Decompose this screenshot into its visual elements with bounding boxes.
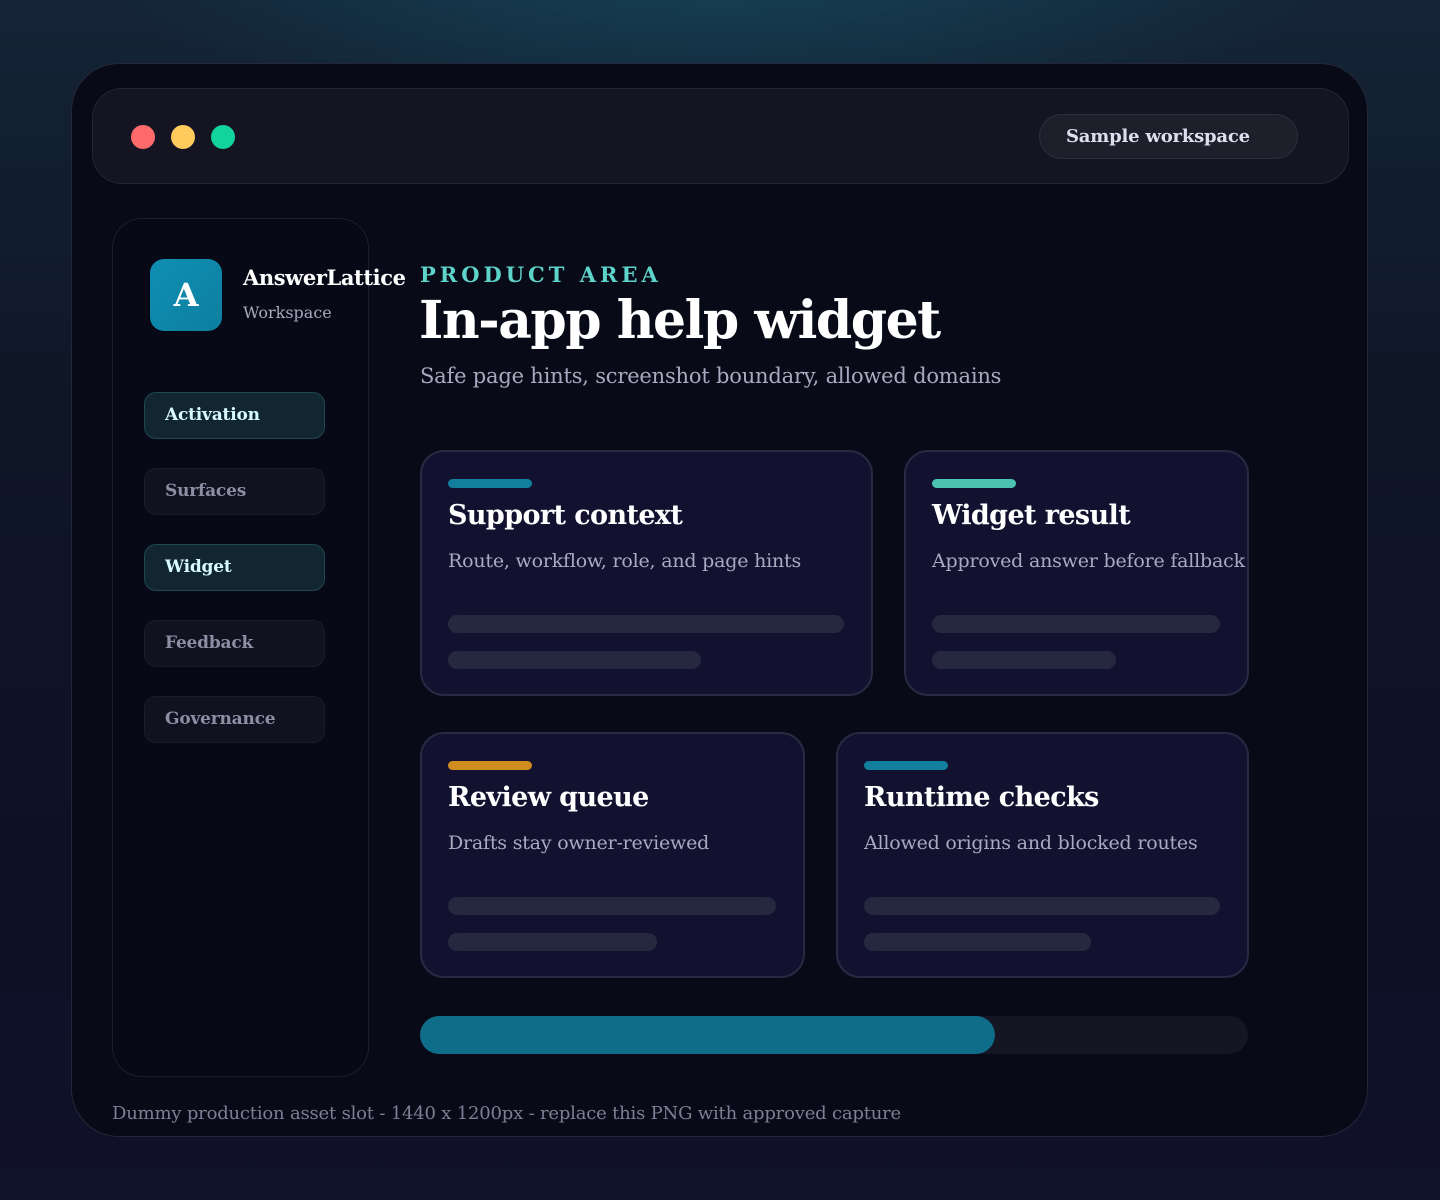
- brand-name: AnswerLattice: [243, 265, 406, 290]
- card-accent-bar: [448, 761, 532, 770]
- footnote: Dummy production asset slot - 1440 x 120…: [112, 1103, 902, 1124]
- sidebar-item-governance[interactable]: Governance: [144, 696, 325, 743]
- section-eyebrow: PRODUCT AREA: [420, 262, 662, 287]
- card-review-queue[interactable]: Review queue Drafts stay owner-reviewed: [420, 732, 805, 978]
- placeholder-line: [448, 933, 657, 951]
- card-title: Support context: [448, 500, 683, 531]
- card-support-context[interactable]: Support context Route, workflow, role, a…: [420, 450, 873, 696]
- sidebar: A AnswerLattice Workspace Activation Sur…: [112, 218, 406, 1077]
- placeholder-line: [448, 651, 701, 669]
- brand-logo: A: [150, 259, 222, 331]
- card-description: Drafts stay owner-reviewed: [448, 832, 710, 854]
- brand-subtitle: Workspace: [243, 303, 332, 322]
- sidebar-item-feedback[interactable]: Feedback: [144, 620, 325, 667]
- card-accent-bar: [448, 479, 532, 488]
- card-accent-bar: [864, 761, 948, 770]
- sidebar-item-activation[interactable]: Activation: [144, 392, 325, 439]
- page-subtitle: Safe page hints, screenshot boundary, al…: [420, 364, 1002, 388]
- placeholder-line: [932, 651, 1116, 669]
- card-title: Review queue: [448, 782, 649, 813]
- placeholder-line: [448, 897, 776, 915]
- card-title: Runtime checks: [864, 782, 1099, 813]
- placeholder-line: [864, 933, 1091, 951]
- page-title: In-app help widget: [419, 290, 941, 351]
- placeholder-line: [864, 897, 1220, 915]
- minimize-window-button[interactable]: [171, 125, 195, 149]
- card-accent-bar: [932, 479, 1016, 488]
- progress-fill: [420, 1016, 996, 1054]
- card-runtime-checks[interactable]: Runtime checks Allowed origins and block…: [836, 732, 1249, 978]
- workspace-selector[interactable]: Sample workspace: [1039, 114, 1298, 159]
- placeholder-line: [448, 615, 844, 633]
- title-bar: Sample workspace: [92, 88, 1349, 184]
- card-description: Route, workflow, role, and page hints: [448, 550, 802, 572]
- card-widget-result[interactable]: Widget result Approved answer before fal…: [904, 450, 1249, 696]
- sidebar-item-widget[interactable]: Widget: [144, 544, 325, 591]
- sidebar-item-surfaces[interactable]: Surfaces: [144, 468, 325, 515]
- card-description: Allowed origins and blocked routes: [864, 832, 1198, 854]
- maximize-window-button[interactable]: [211, 125, 235, 149]
- card-description: Approved answer before fallback: [932, 550, 1245, 572]
- close-window-button[interactable]: [131, 125, 155, 149]
- card-title: Widget result: [932, 500, 1131, 531]
- placeholder-line: [932, 615, 1220, 633]
- progress-bar: [420, 1016, 1248, 1054]
